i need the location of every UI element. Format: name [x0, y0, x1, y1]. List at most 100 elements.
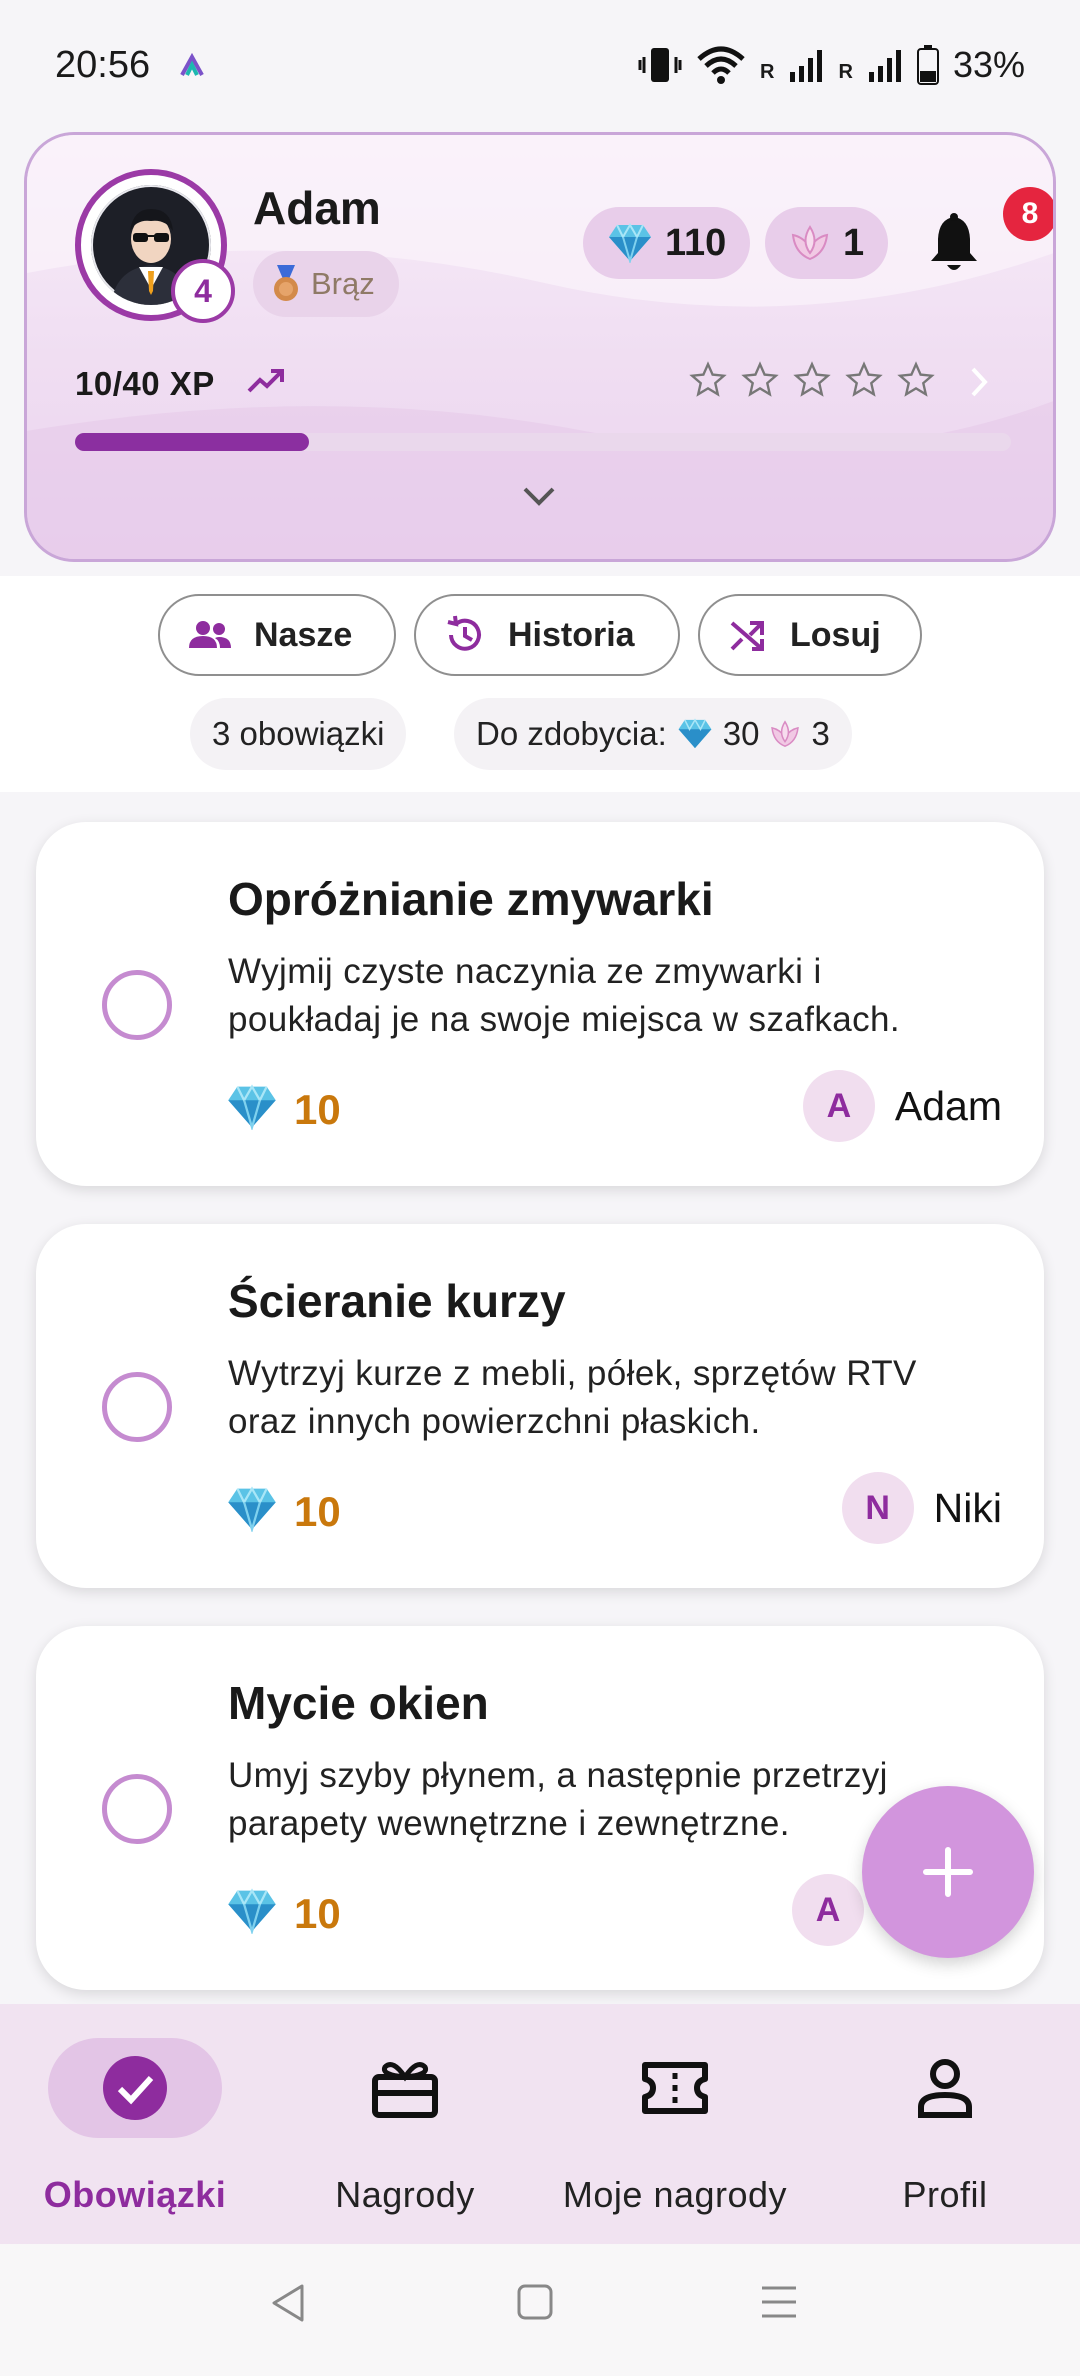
assignee-avatar: A [802, 1070, 875, 1142]
flowers-balance-chip[interactable]: 1 [765, 207, 889, 279]
task-complete-checkbox[interactable] [102, 1774, 172, 1844]
task-description: Wytrzyj kurze z mebli, półek, sprzętów R… [228, 1350, 1008, 1446]
shuffle-icon [728, 617, 768, 653]
notifications-bell-icon[interactable] [927, 213, 981, 275]
star-rating [689, 361, 935, 399]
rank-label: Brąz [311, 266, 375, 301]
gem-icon [226, 1888, 278, 1934]
nav-item-rewards[interactable]: Nagrody [270, 2004, 540, 2244]
nav-my-rewards-icon-wrap [588, 2038, 762, 2138]
bronze-medal-icon [271, 265, 301, 303]
bottom-navigation: Obowiązki Nagrody Moje nagrody Profil [0, 2004, 1080, 2244]
task-points: 10 [294, 1488, 341, 1535]
plus-icon [923, 1847, 973, 1897]
nav-rewards-icon-wrap [318, 2038, 492, 2138]
trending-up-icon [247, 367, 285, 395]
gem-icon [607, 223, 653, 263]
add-task-button[interactable] [862, 1786, 1034, 1958]
task-description: Wyjmij czyste naczynia ze zmywarki i pou… [228, 948, 1008, 1044]
task-complete-checkbox[interactable] [102, 970, 172, 1040]
filter-history-button[interactable]: Historia [414, 594, 680, 676]
task-card[interactable]: Opróżnianie zmywarki Wyjmij czyste naczy… [36, 822, 1044, 1186]
nav-tasks-icon-wrap [48, 2038, 222, 2138]
gem-icon [226, 1084, 278, 1130]
task-description-line: Wytrzyj kurze z mebli, półek, sprzętów R… [228, 1354, 917, 1393]
assignee-avatar: A [792, 1874, 864, 1946]
gem-icon [226, 1486, 278, 1532]
star-icon [845, 361, 883, 397]
star-icon [741, 361, 779, 397]
wifi-icon [696, 45, 746, 85]
nav-tasks-label: Obowiązki [43, 2174, 227, 2215]
gems-count: 110 [665, 221, 727, 264]
signal-icon-2 [867, 48, 903, 82]
assignee-name: Niki [933, 1484, 1002, 1531]
flowers-count: 1 [843, 221, 865, 264]
status-time: 20:56 [55, 43, 151, 86]
task-points: 10 [294, 1086, 341, 1133]
battery-percent: 33% [952, 44, 1025, 85]
person-icon [918, 2059, 972, 2118]
chevron-down-icon[interactable] [521, 485, 557, 507]
back-icon[interactable] [268, 2282, 308, 2324]
task-assignee: A [792, 1874, 864, 1946]
xp-progress-fill [75, 433, 309, 451]
user-name: Adam [253, 182, 381, 234]
group-icon [188, 620, 232, 650]
nav-item-my-rewards[interactable]: Moje nagrody [540, 2004, 810, 2244]
xp-progress-bar [75, 433, 1011, 451]
flower-icon [789, 223, 831, 263]
filter-ours-label: Nasze [254, 615, 353, 654]
nav-rewards-label: Nagrody [335, 2174, 475, 2215]
ticket-icon [642, 2062, 708, 2114]
task-title: Ścieranie kurzy [228, 1275, 566, 1327]
nav-my-rewards-label: Moje nagrody [562, 2174, 788, 2215]
earnable-flowers: 3 [811, 715, 830, 752]
flower-icon [769, 718, 801, 750]
task-complete-checkbox[interactable] [102, 1372, 172, 1442]
system-navigation-bar [0, 2244, 1080, 2376]
gems-balance-chip[interactable]: 110 [583, 207, 751, 279]
task-description-line: Wyjmij czyste naczynia ze zmywarki i [228, 952, 822, 991]
status-bar: 20:56 R R 33% [0, 0, 1080, 130]
nav-profile-icon-wrap [858, 2038, 1032, 2138]
recents-menu-icon[interactable] [758, 2282, 800, 2322]
nav-item-tasks[interactable]: Obowiązki [0, 2004, 270, 2244]
nav-item-profile[interactable]: Profil [810, 2004, 1080, 2244]
roaming-indicator-1: R [760, 60, 775, 83]
history-icon [444, 614, 486, 656]
assignee-avatar: N [841, 1472, 914, 1544]
chevron-right-icon[interactable] [967, 365, 991, 399]
battery-icon [916, 45, 939, 85]
earnable-rewards-chip: Do zdobycia: 30 3 [454, 698, 852, 770]
notification-count-badge: 8 [1003, 187, 1053, 241]
task-description-line: oraz innych powierzchni płaskich. [228, 1402, 761, 1441]
task-card[interactable]: Ścieranie kurzy Wytrzyj kurze z mebli, p… [36, 1224, 1044, 1588]
assignee-name: Adam [894, 1082, 1002, 1129]
task-points: 10 [294, 1890, 341, 1937]
rank-chip: Brąz [253, 251, 399, 317]
profile-header-card[interactable]: 4 Adam Brąz 110 1 8 10/40 XP [24, 132, 1056, 562]
signal-icon-1 [788, 48, 824, 82]
gift-icon [372, 2062, 438, 2118]
earnable-gems: 30 [722, 715, 760, 752]
roaming-indicator-2: R [838, 60, 853, 83]
tasks-count-label: 3 obowiązki [212, 715, 385, 752]
app-notification-icon [178, 51, 206, 79]
filter-ours-button[interactable]: Nasze [158, 594, 396, 676]
filter-random-label: Losuj [790, 615, 881, 654]
star-icon [897, 361, 935, 397]
home-icon[interactable] [516, 2282, 554, 2322]
vibrate-icon [638, 45, 682, 85]
task-assignee: A Adam [802, 1070, 1002, 1142]
star-icon [689, 361, 727, 397]
filter-history-label: Historia [508, 615, 635, 654]
check-circle-icon [103, 2056, 167, 2120]
task-description-line: poukładaj je na swoje miejsca w szafkach… [228, 1000, 901, 1039]
task-title: Opróżnianie zmywarki [228, 873, 714, 925]
earnable-label: Do zdobycia: [476, 715, 667, 752]
level-badge: 4 [171, 259, 235, 323]
star-icon [793, 361, 831, 397]
filter-random-button[interactable]: Losuj [698, 594, 922, 676]
gem-icon [677, 718, 713, 750]
